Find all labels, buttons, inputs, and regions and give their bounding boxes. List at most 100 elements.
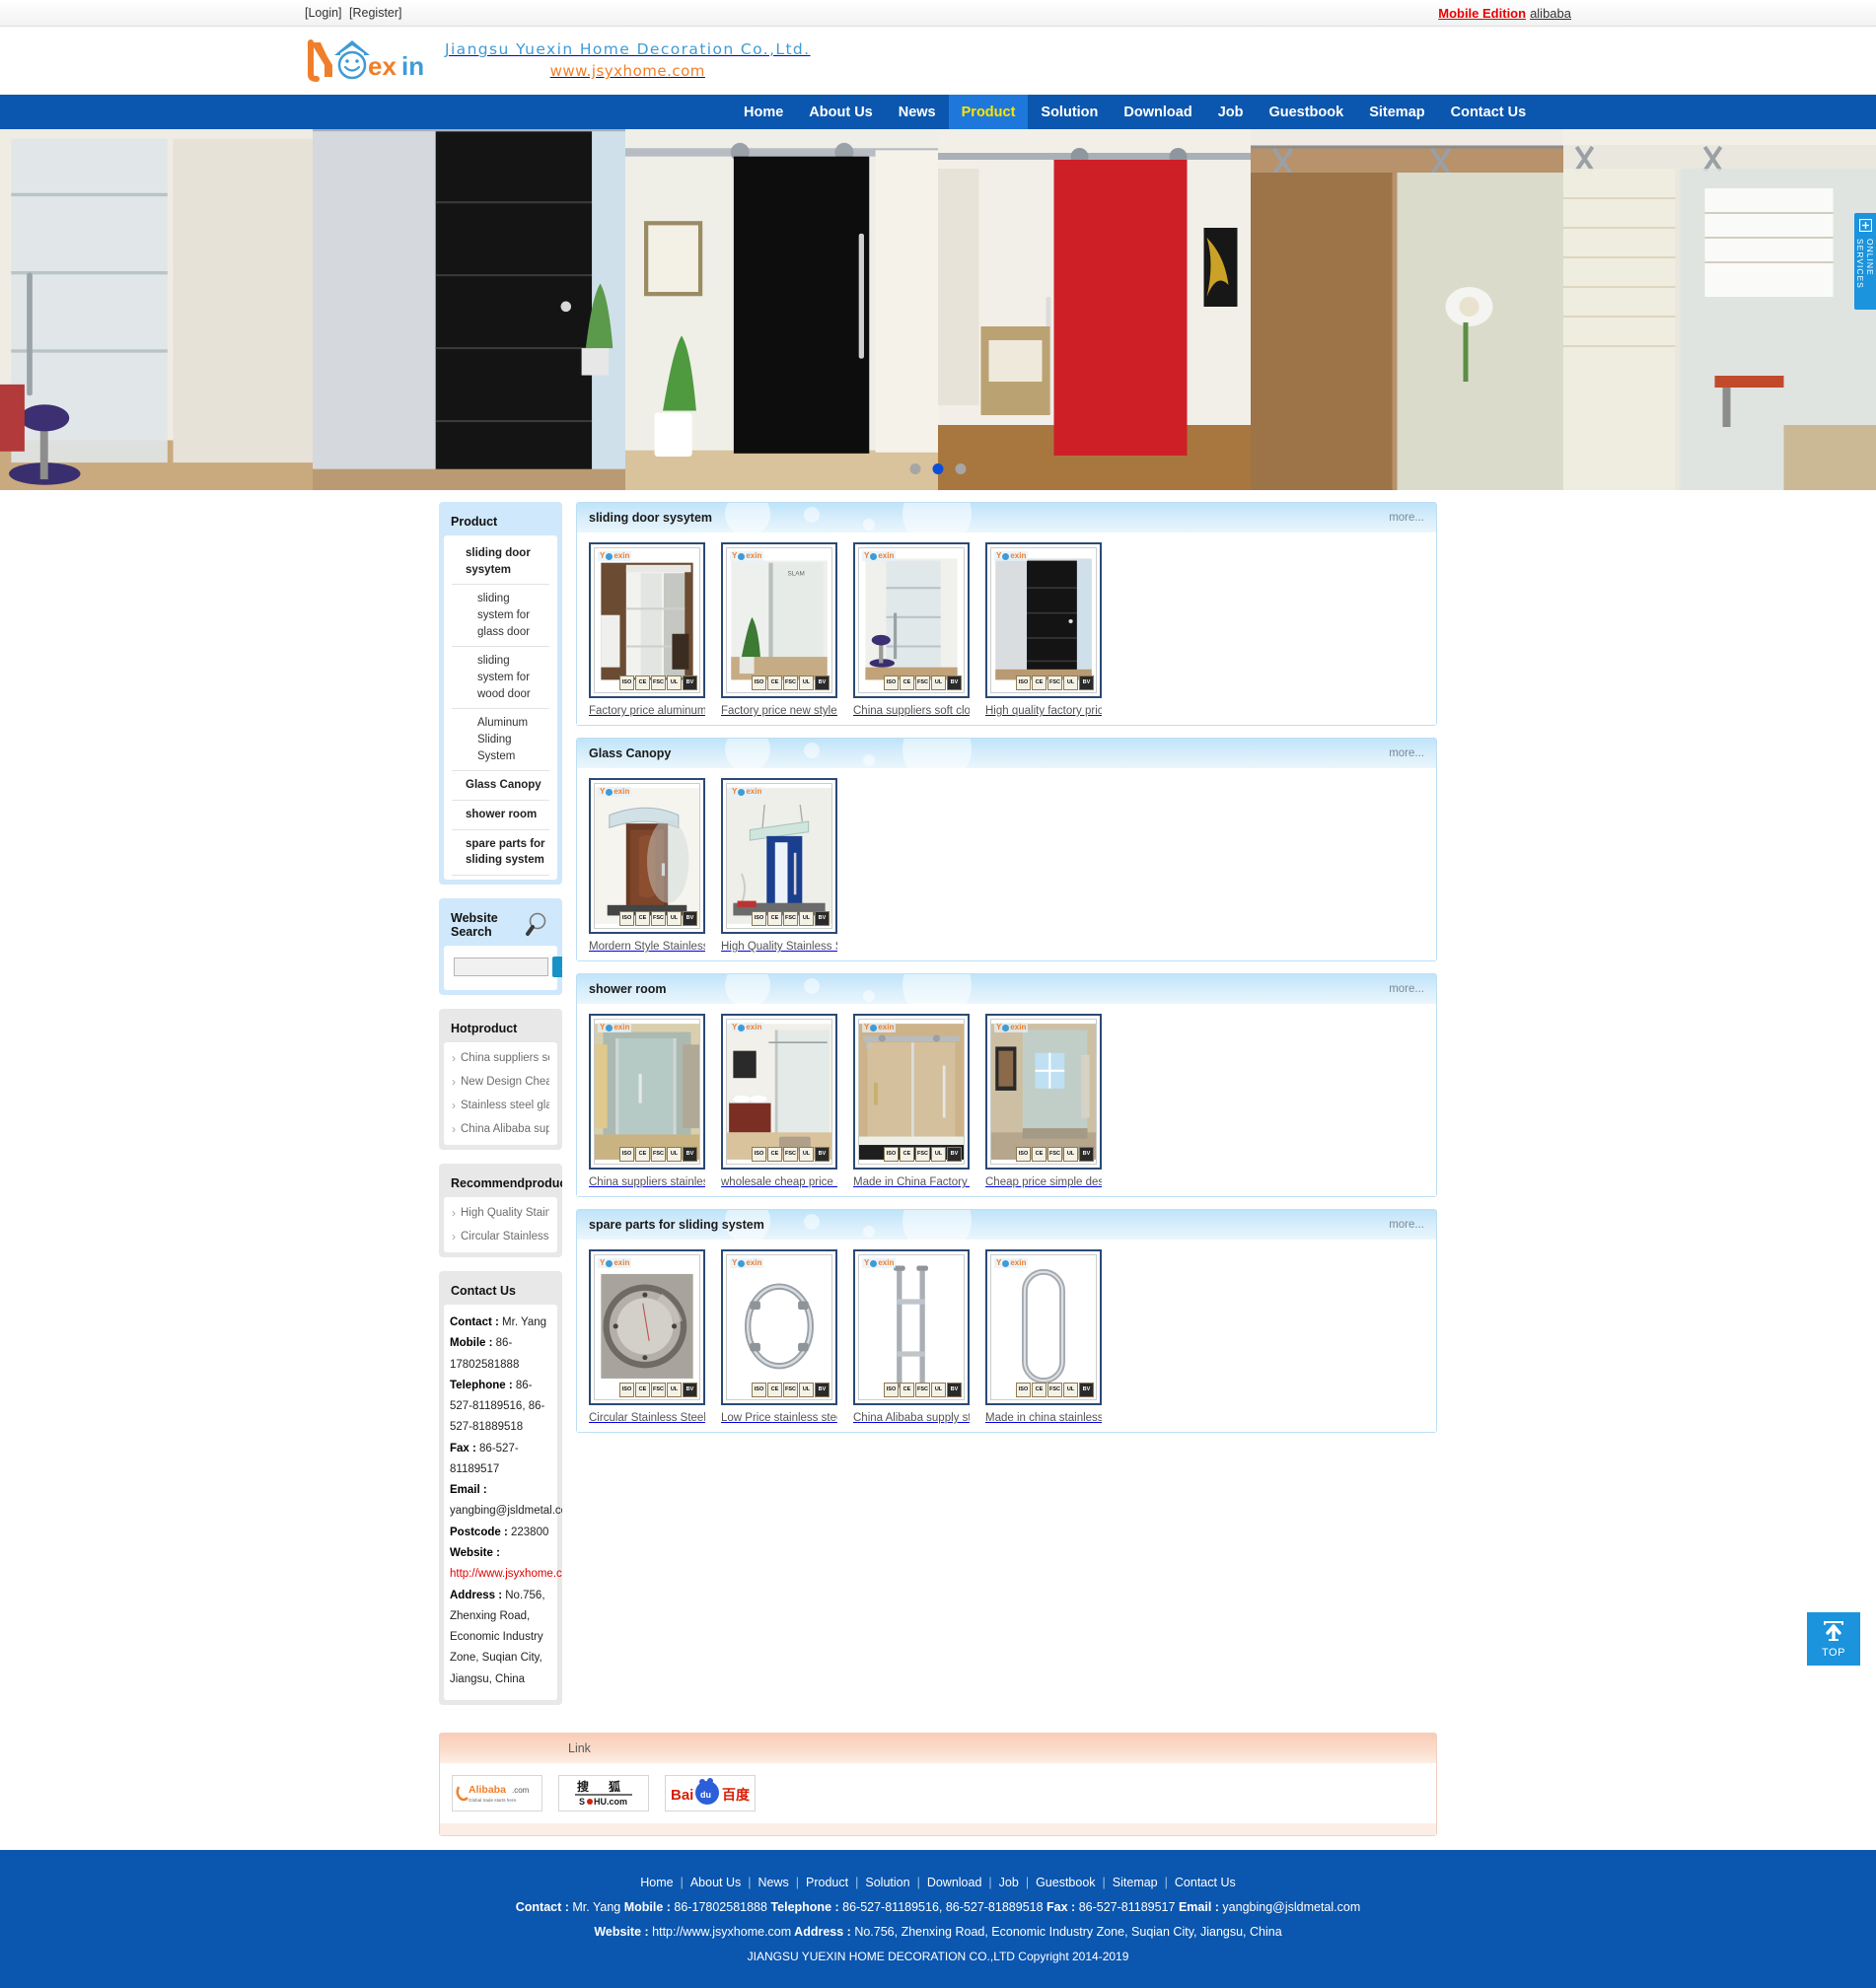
website-search-panel: Website Search Search bbox=[439, 898, 562, 995]
hotproduct-panel-title: Hotproduct bbox=[444, 1014, 557, 1042]
footer-nav-guestbook[interactable]: Guestbook bbox=[1036, 1876, 1095, 1889]
site-logo[interactable]: ex in Jiangsu Yuexin Home Decoration Co.… bbox=[305, 27, 811, 95]
nav-item-job[interactable]: Job bbox=[1205, 95, 1257, 129]
link-logo-alibaba[interactable]: Alibaba .com Global trade starts here. bbox=[452, 1775, 542, 1811]
footer-nav-contact-us[interactable]: Contact Us bbox=[1175, 1876, 1236, 1889]
badge-fsc-icon: FSC bbox=[783, 1147, 798, 1162]
hotproduct-item[interactable]: China Alibaba supply stainless steel bbox=[452, 1117, 549, 1141]
product-section: Glass Canopymore...YexinISOCEFSCULBVMord… bbox=[576, 738, 1437, 961]
category-link-sliding-system-for-glass-door[interactable]: sliding system for glass door bbox=[452, 585, 549, 647]
product-card[interactable]: YexinISOCEFSCULBVwholesale cheap price S… bbox=[721, 1014, 837, 1188]
contact-row-label: Contact : bbox=[450, 1316, 499, 1328]
svg-text:Bai: Bai bbox=[671, 1787, 693, 1804]
footer-nav-job[interactable]: Job bbox=[999, 1876, 1019, 1889]
product-card[interactable]: YexinISOCEFSCULBVCircular Stainless Stee… bbox=[589, 1249, 705, 1424]
nav-item-contact-us[interactable]: Contact Us bbox=[1438, 95, 1540, 129]
product-card[interactable]: YexinISOCEFSCULBVMade in China Factory s… bbox=[853, 1014, 970, 1188]
carousel-dot-3[interactable] bbox=[956, 463, 967, 474]
product-card[interactable]: YexinISOCEFSCULBVLow Price stainless ste… bbox=[721, 1249, 837, 1424]
mobile-edition-link[interactable]: Mobile Edition bbox=[1438, 6, 1526, 21]
product-card[interactable]: SLAMYexinISOCEFSCULBVFactory price new s… bbox=[721, 542, 837, 717]
contact-row-value[interactable]: http://www.jsyxhome.com bbox=[450, 1568, 562, 1580]
recommendproduct-item[interactable]: High Quality Stainless Steel Tempered bbox=[452, 1201, 549, 1225]
carousel-dots[interactable] bbox=[910, 463, 967, 474]
back-to-top-button[interactable]: TOP bbox=[1807, 1612, 1860, 1666]
contact-row: Contact : Mr. Yang bbox=[450, 1313, 551, 1333]
product-section-title: sliding door sysytem bbox=[589, 511, 712, 525]
contact-row-label: Address : bbox=[450, 1590, 502, 1601]
search-input[interactable] bbox=[454, 958, 548, 976]
footer-nav-product[interactable]: Product bbox=[806, 1876, 848, 1889]
product-card[interactable]: YexinISOCEFSCULBVCheap price simple desi… bbox=[985, 1014, 1102, 1188]
nav-item-download[interactable]: Download bbox=[1111, 95, 1204, 129]
badge-bv-icon: BV bbox=[815, 911, 830, 926]
footer-nav-sitemap[interactable]: Sitemap bbox=[1113, 1876, 1158, 1889]
product-card[interactable]: YexinISOCEFSCULBVChina Alibaba supply st… bbox=[853, 1249, 970, 1424]
carousel-dot-2[interactable] bbox=[933, 463, 944, 474]
product-card[interactable]: YexinISOCEFSCULBVMordern Style Stainless… bbox=[589, 778, 705, 953]
banner-slide-1[interactable] bbox=[0, 129, 313, 490]
banner-slide-5[interactable] bbox=[1251, 129, 1563, 490]
product-card[interactable]: YexinISOCEFSCULBVHigh quality factory pr… bbox=[985, 542, 1102, 717]
banner-slide-6[interactable] bbox=[1563, 129, 1876, 490]
product-card[interactable]: YexinISOCEFSCULBVFactory price aluminum … bbox=[589, 542, 705, 717]
more-link[interactable]: more... bbox=[1389, 747, 1424, 759]
product-card[interactable]: YexinISOCEFSCULBVChina suppliers stainle… bbox=[589, 1014, 705, 1188]
nav-item-solution[interactable]: Solution bbox=[1028, 95, 1111, 129]
banner-slide-2[interactable] bbox=[313, 129, 625, 490]
banner-slide-3[interactable] bbox=[625, 129, 938, 490]
more-link[interactable]: more... bbox=[1389, 983, 1424, 995]
category-link-sliding-system-for-wood-door[interactable]: sliding system for wood door bbox=[452, 647, 549, 709]
login-link[interactable]: [Login] bbox=[305, 6, 342, 20]
footer-nav-news[interactable]: News bbox=[758, 1876, 789, 1889]
nav-item-guestbook[interactable]: Guestbook bbox=[1256, 95, 1356, 129]
banner-slide-4[interactable] bbox=[938, 129, 1251, 490]
online-services-tab[interactable]: ONLINE SERVICES bbox=[1854, 213, 1876, 310]
product-card[interactable]: YexinISOCEFSCULBVChina suppliers soft cl… bbox=[853, 542, 970, 717]
badge-bv-icon: BV bbox=[683, 675, 697, 690]
more-link[interactable]: more... bbox=[1389, 512, 1424, 524]
product-card[interactable]: YexinISOCEFSCULBVMade in china stainless… bbox=[985, 1249, 1102, 1424]
svg-text:ex: ex bbox=[368, 51, 397, 81]
badge-ul-icon: UL bbox=[799, 1147, 814, 1162]
badge-fsc-icon: FSC bbox=[783, 1383, 798, 1397]
hotproduct-item[interactable]: China suppliers soft close aluminum bbox=[452, 1046, 549, 1070]
nav-item-product[interactable]: Product bbox=[949, 95, 1029, 129]
footer-field-label: Website : bbox=[594, 1925, 648, 1939]
hotproduct-item[interactable]: New Design Cheap Sliding Hardware bbox=[452, 1070, 549, 1094]
product-image-frame: SLAMYexinISOCEFSCULBV bbox=[721, 542, 837, 698]
category-link-sliding-door-sysytem[interactable]: sliding door sysytem bbox=[452, 539, 549, 585]
more-link[interactable]: more... bbox=[1389, 1219, 1424, 1231]
hotproduct-item[interactable]: Stainless steel glass door hardware bbox=[452, 1094, 549, 1117]
certification-badges: ISOCEFSCULBV bbox=[1016, 675, 1094, 690]
link-logo-baidu[interactable]: Bai du 百度 bbox=[665, 1775, 756, 1811]
category-link-glass-canopy[interactable]: Glass Canopy bbox=[452, 771, 549, 801]
badge-ul-icon: UL bbox=[799, 675, 814, 690]
recommendproduct-item[interactable]: Circular Stainless Steel window bbox=[452, 1225, 549, 1248]
category-link-spare-parts-for-sliding-system[interactable]: spare parts for sliding system bbox=[452, 830, 549, 876]
footer-nav-home[interactable]: Home bbox=[640, 1876, 673, 1889]
category-link-shower-room[interactable]: shower room bbox=[452, 801, 549, 830]
badge-fsc-icon: FSC bbox=[651, 675, 666, 690]
carousel-dot-1[interactable] bbox=[910, 463, 921, 474]
product-image-frame: YexinISOCEFSCULBV bbox=[985, 1014, 1102, 1170]
nav-item-home[interactable]: Home bbox=[731, 95, 796, 129]
footer-nav-solution[interactable]: Solution bbox=[865, 1876, 909, 1889]
footer-nav-download[interactable]: Download bbox=[927, 1876, 982, 1889]
footer-nav-about-us[interactable]: About Us bbox=[690, 1876, 741, 1889]
link-logo-sohu[interactable]: 搜 狐 S HU.com bbox=[558, 1775, 649, 1811]
recommendproduct-list: High Quality Stainless Steel TemperedCir… bbox=[444, 1197, 557, 1252]
search-button[interactable]: Search bbox=[552, 957, 562, 977]
category-link-aluminum-sliding-system[interactable]: Aluminum Sliding System bbox=[452, 709, 549, 771]
register-link[interactable]: [Register] bbox=[349, 6, 402, 20]
product-card[interactable]: YexinISOCEFSCULBVHigh Quality Stainless … bbox=[721, 778, 837, 953]
hero-banner bbox=[0, 129, 1876, 490]
nav-item-about-us[interactable]: About Us bbox=[796, 95, 885, 129]
product-title: Circular Stainless Steel win... bbox=[589, 1412, 705, 1424]
badge-iso-icon: ISO bbox=[1016, 1383, 1031, 1397]
product-photo bbox=[727, 1255, 831, 1399]
online-services-label: ONLINE SERVICES bbox=[1855, 239, 1875, 310]
alibaba-link[interactable]: alibaba bbox=[1530, 6, 1571, 21]
nav-item-news[interactable]: News bbox=[886, 95, 949, 129]
nav-item-sitemap[interactable]: Sitemap bbox=[1356, 95, 1437, 129]
